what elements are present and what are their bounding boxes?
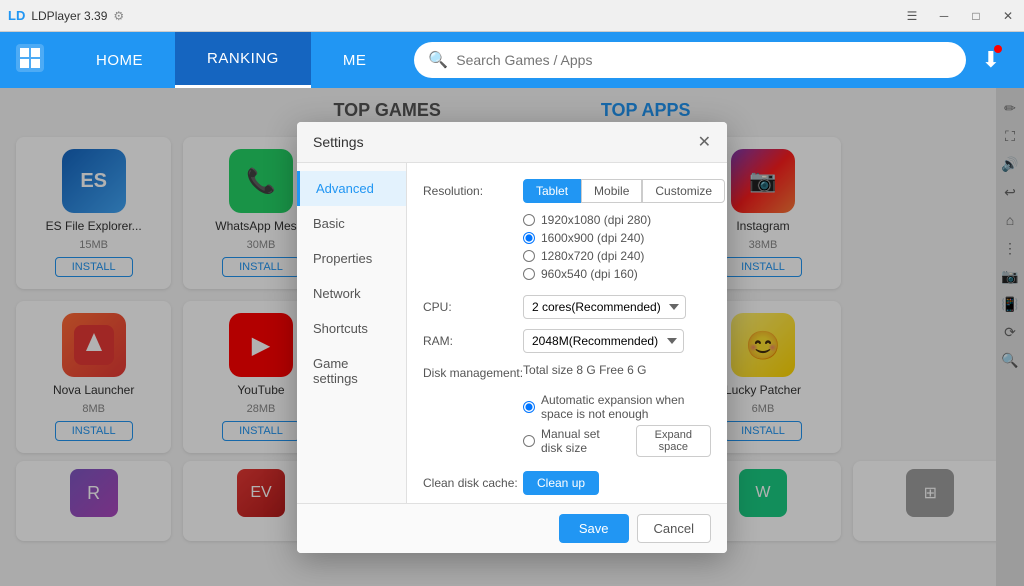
settings-dialog: Settings ✕ Advanced Basic Properties Net… [297, 122, 727, 553]
tab-ranking[interactable]: RANKING [175, 32, 311, 88]
disk-setting: Disk management: Total size 8 G Free 6 G… [423, 363, 711, 457]
app-logo: LD LDPlayer 3.39 ⚙ [8, 8, 124, 23]
dialog-close-button[interactable]: ✕ [698, 132, 711, 152]
dialog-title: Settings [313, 134, 364, 150]
resolution-tabs: Tablet Mobile Customize [523, 179, 725, 203]
clean-setting: Clean disk cache: Clean up [423, 471, 711, 495]
ram-label: RAM: [423, 334, 523, 348]
settings-icon[interactable]: ⚙ [113, 9, 124, 23]
window-controls: ☰ ─ □ ✕ [896, 0, 1024, 32]
disk-manual-label: Manual set disk size [541, 427, 624, 455]
minimize-button[interactable]: ─ [928, 0, 960, 32]
disk-auto-option: Automatic expansion when space is not en… [523, 393, 711, 421]
main-content: TOP GAMES TOP APPS ES ES File Explorer..… [0, 88, 1024, 586]
radio-540[interactable] [523, 268, 535, 280]
title-bar: LD LDPlayer 3.39 ⚙ ☰ ─ □ ✕ [0, 0, 1024, 32]
disk-label: Disk management: [423, 366, 523, 380]
modal-overlay: Settings ✕ Advanced Basic Properties Net… [0, 88, 1024, 586]
tab-me[interactable]: ME [311, 32, 399, 88]
download-button[interactable]: ⬇ [982, 47, 1000, 73]
disk-label-row: Disk management: Total size 8 G Free 6 G [423, 363, 711, 383]
save-button[interactable]: Save [559, 514, 629, 543]
download-badge [994, 45, 1002, 53]
resolution-row: Resolution: Tablet Mobile Customize [423, 179, 711, 203]
nav-item-game-settings[interactable]: Game settings [297, 346, 406, 396]
cleanup-button[interactable]: Clean up [523, 471, 599, 495]
radio-disk-auto[interactable] [523, 401, 535, 413]
nav-item-basic[interactable]: Basic [297, 206, 406, 241]
hamburger-icon[interactable]: ☰ [896, 0, 928, 32]
radio-1080[interactable] [523, 214, 535, 226]
nav-item-network[interactable]: Network [297, 276, 406, 311]
dialog-title-bar: Settings ✕ [297, 122, 727, 163]
disk-manual-option: Manual set disk size Expand space [523, 425, 711, 457]
resolution-option-1080: 1920x1080 (dpi 280) [523, 213, 711, 227]
maximize-button[interactable]: □ [960, 0, 992, 32]
resolution-option-900: 1600x900 (dpi 240) [523, 231, 711, 245]
search-input[interactable] [456, 52, 951, 68]
tab-home[interactable]: HOME [64, 32, 175, 88]
nav-item-properties[interactable]: Properties [297, 241, 406, 276]
expand-space-button[interactable]: Expand space [636, 425, 711, 457]
close-button[interactable]: ✕ [992, 0, 1024, 32]
nav-bar: HOME RANKING ME 🔍 ⬇ [0, 32, 1024, 88]
dialog-footer: Save Cancel [297, 503, 727, 553]
dialog-sidebar: Advanced Basic Properties Network Shortc… [297, 163, 407, 503]
radio-disk-manual[interactable] [523, 435, 535, 447]
resolution-label-1080: 1920x1080 (dpi 280) [541, 213, 651, 227]
nav-logo [16, 44, 44, 77]
res-tab-customize[interactable]: Customize [642, 179, 725, 203]
resolution-option-540: 960x540 (dpi 160) [523, 267, 711, 281]
search-bar[interactable]: 🔍 [414, 42, 965, 78]
disk-options: Automatic expansion when space is not en… [523, 393, 711, 457]
resolution-label-720: 1280x720 (dpi 240) [541, 249, 644, 263]
disk-auto-label: Automatic expansion when space is not en… [541, 393, 711, 421]
resolution-options: 1920x1080 (dpi 280) 1600x900 (dpi 240) 1… [523, 213, 711, 281]
cpu-label: CPU: [423, 300, 523, 314]
resolution-label: Resolution: [423, 184, 523, 198]
dialog-body: Advanced Basic Properties Network Shortc… [297, 163, 727, 503]
search-icon: 🔍 [428, 50, 448, 70]
resolution-label-900: 1600x900 (dpi 240) [541, 231, 644, 245]
ram-select[interactable]: 2048M(Recommended) [523, 329, 684, 353]
radio-900[interactable] [523, 232, 535, 244]
ram-setting: RAM: 2048M(Recommended) [423, 329, 711, 353]
resolution-label-540: 960x540 (dpi 160) [541, 267, 638, 281]
clean-label: Clean disk cache: [423, 476, 523, 490]
cpu-setting: CPU: 2 cores(Recommended) [423, 295, 711, 319]
resolution-option-720: 1280x720 (dpi 240) [523, 249, 711, 263]
nav-item-shortcuts[interactable]: Shortcuts [297, 311, 406, 346]
app-title: LDPlayer 3.39 [31, 9, 107, 23]
cancel-button[interactable]: Cancel [637, 514, 711, 543]
nav-item-advanced[interactable]: Advanced [297, 171, 406, 206]
cpu-select[interactable]: 2 cores(Recommended) [523, 295, 686, 319]
res-tab-tablet[interactable]: Tablet [523, 179, 581, 203]
radio-720[interactable] [523, 250, 535, 262]
resolution-setting: Resolution: Tablet Mobile Customize 1920… [423, 179, 711, 281]
disk-info: Total size 8 G Free 6 G [523, 363, 646, 377]
dialog-content: Resolution: Tablet Mobile Customize 1920… [407, 163, 727, 503]
res-tab-mobile[interactable]: Mobile [581, 179, 642, 203]
